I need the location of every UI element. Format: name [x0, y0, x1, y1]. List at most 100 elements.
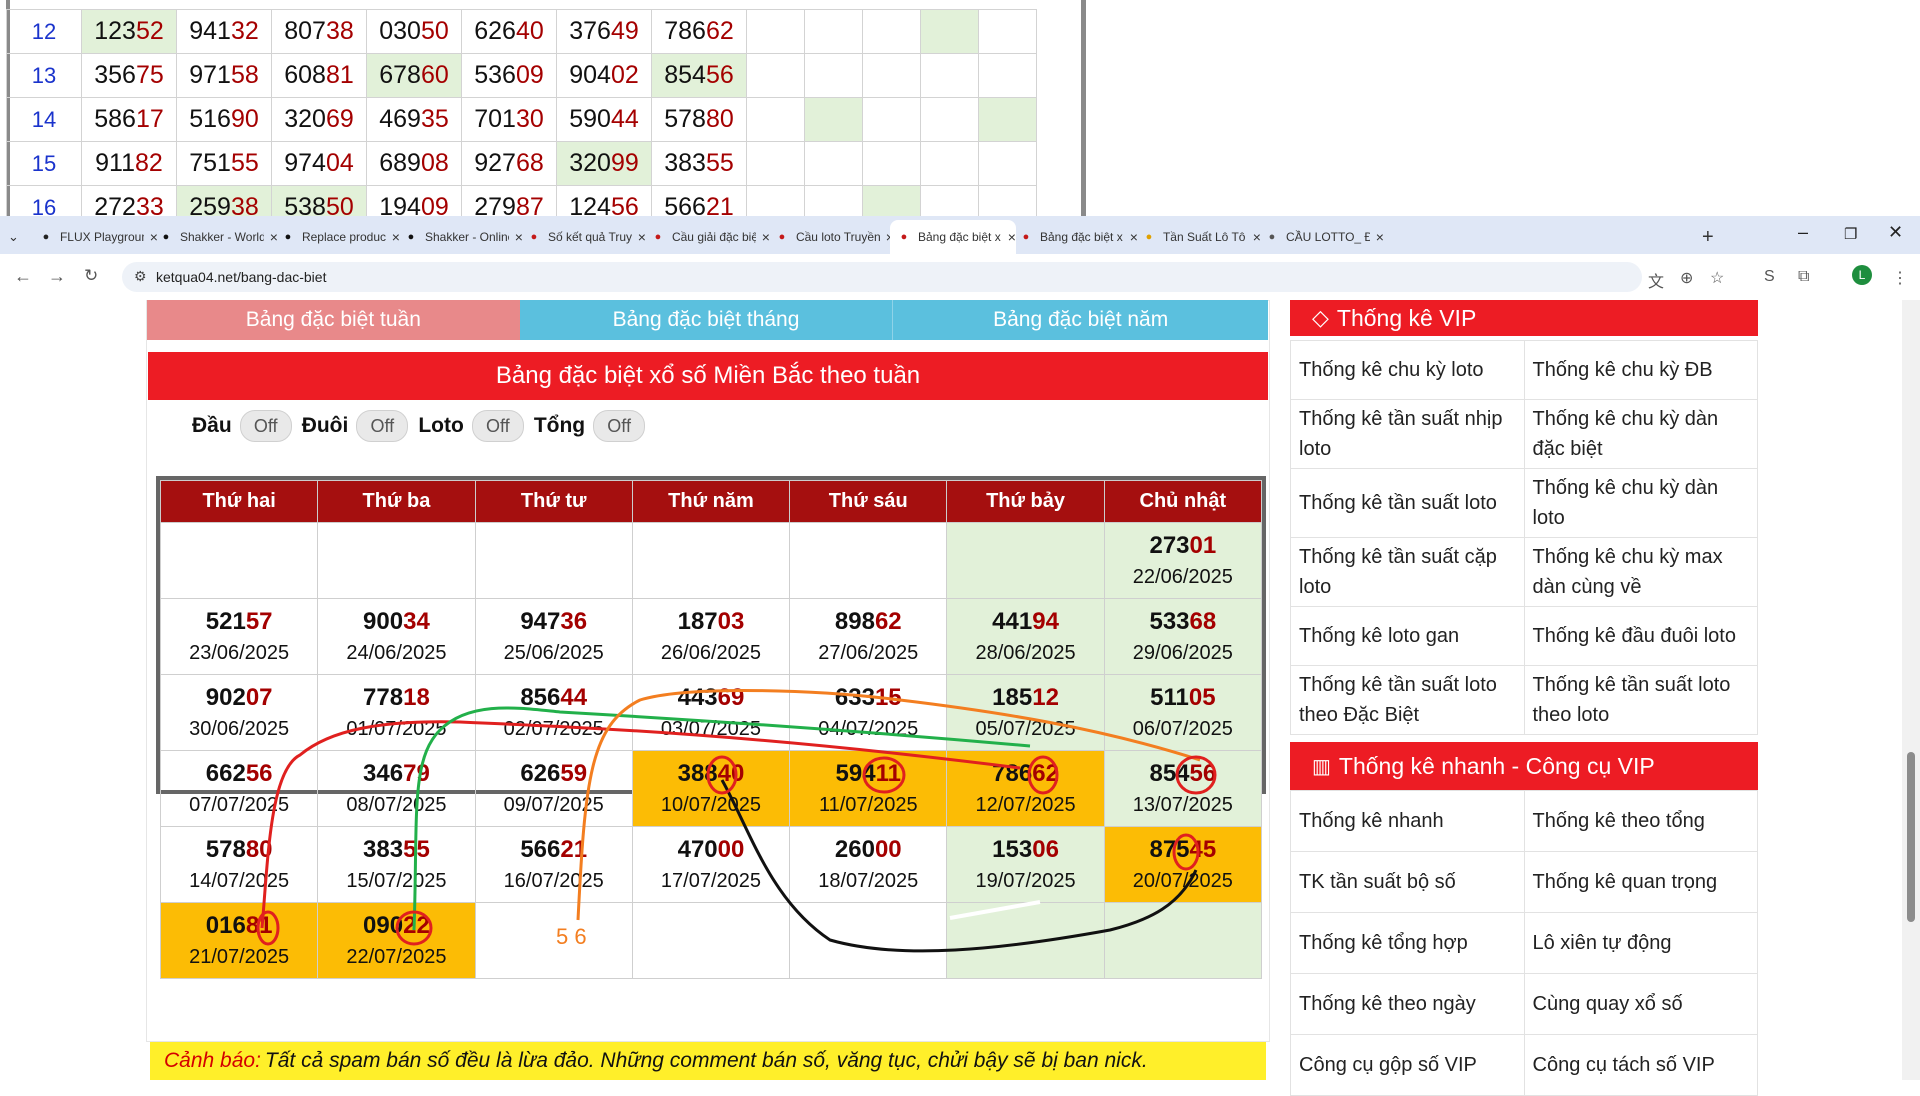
sidebar-link[interactable]: Thống kê tần suất loto [1290, 468, 1525, 538]
overlay-cell-head: 911 [95, 149, 136, 177]
overlay-cell: 32069 [271, 97, 367, 142]
sidebar-link[interactable]: Thống kê tần suất nhịp loto [1290, 399, 1525, 469]
tab-9[interactable]: ● Bảng đặc biệt x × [1012, 220, 1138, 254]
sidebar-link[interactable]: Cùng quay xổ số [1523, 973, 1758, 1035]
draw-date: 02/07/2025 [503, 717, 604, 740]
overlay-row: 14 58617 51690 32069 46935 70130 59044 57880 [6, 97, 1037, 142]
toggle-duoi[interactable]: Off [356, 410, 409, 442]
tab-11[interactable]: ● CẦU LOTTO_ Đ × [1258, 220, 1384, 254]
extensions-icon[interactable]: ⧉ [1798, 268, 1809, 286]
number-tail: 44 [560, 683, 588, 711]
sidebar-link[interactable]: Thống kê tần suất loto theo Đặc Biệt [1290, 665, 1525, 735]
overlay-cell: 53609 [461, 53, 557, 98]
close-window-icon[interactable]: ✕ [1888, 222, 1903, 243]
sidebar-link[interactable]: Thống kê chu kỳ max dàn cùng về [1523, 537, 1758, 607]
month-button[interactable]: Bảng đặc biệt tháng [519, 300, 894, 340]
sidebar-link[interactable]: Thống kê tần suất cặp loto [1290, 537, 1525, 607]
overlay-cell-tail: 56 [610, 193, 639, 216]
tab-10[interactable]: ● Tần Suất Lô Tô × [1135, 220, 1261, 254]
overlay-empty-cell [920, 97, 979, 142]
draw-date: 25/06/2025 [503, 641, 604, 664]
number-head: 470 [677, 835, 718, 863]
sidebar-link[interactable]: Công cụ tách số VIP [1523, 1034, 1758, 1096]
toggle-loto[interactable]: Off [471, 410, 524, 442]
sidebar-link[interactable]: Thống kê theo ngày [1290, 973, 1525, 1035]
number-tail: 22 [403, 911, 430, 939]
overlay-results-table: 12 12352 94132 80738 03050 62640 37649 78662 13 3… [6, 9, 1037, 216]
reload-icon[interactable]: ↻ [84, 266, 98, 286]
new-tab-button[interactable]: + [1702, 220, 1714, 254]
day-cell: 59411 11/07/2025 [789, 750, 948, 827]
back-icon[interactable]: ← [14, 266, 32, 287]
sidebar-link[interactable]: Thống kê chu kỳ dàn loto [1523, 468, 1758, 538]
sidebar-link[interactable]: Thống kê đầu đuôi loto [1523, 606, 1758, 666]
overlay-cell: 25938 [176, 185, 272, 216]
tab-5[interactable]: ●Số kết quả Truyền× [520, 220, 646, 254]
browser-tab-bar: ⌄ ●FLUX Playground×●Shakker - World×●Rep… [0, 216, 1920, 254]
overlay-cell: 91182 [81, 141, 177, 186]
tab-2[interactable]: ● Shakker - World × [152, 220, 278, 254]
sidebar-link[interactable]: Thống kê nhanh [1290, 790, 1525, 852]
sidebar-link[interactable]: Thống kê chu kỳ ĐB [1523, 340, 1758, 400]
day-cell [789, 902, 948, 979]
tab-6[interactable]: ● Cầu giải đặc biệt × [644, 220, 770, 254]
sidebar-link[interactable]: Thống kê chu kỳ loto [1290, 340, 1525, 400]
restore-icon[interactable]: ❐ [1844, 225, 1857, 243]
tab-close-icon[interactable]: × [1376, 229, 1384, 245]
bar-chart-icon: ▥ [1312, 755, 1331, 778]
day-cell: 78662 12/07/2025 [946, 750, 1105, 827]
overlay-cell: 62640 [461, 9, 557, 54]
overlay-cell-head: 320 [569, 149, 611, 177]
tab-title: Replace product [301, 230, 386, 244]
sidebar-link[interactable]: TK tần suất bộ số [1290, 851, 1525, 913]
draw-date: 11/07/2025 [818, 793, 918, 816]
url-text: ketqua04.net/bang-dac-biet [156, 269, 327, 285]
toggle-dau[interactable]: Off [239, 410, 292, 442]
overlay-row-number: 15 [6, 141, 82, 186]
sidebar-link[interactable]: Thống kê chu kỳ dàn đặc biệt [1523, 399, 1758, 469]
tab-8[interactable]: ● Bảng đặc biệt x × [890, 220, 1016, 254]
zoom-icon[interactable]: ⊕ [1680, 268, 1693, 288]
special-number: 94736 [476, 606, 632, 638]
special-number: 89862 [790, 606, 946, 638]
url-bar[interactable]: ⚙ ketqua04.net/bang-dac-biet [122, 262, 1642, 292]
site-info-icon[interactable]: ⚙ [134, 268, 147, 285]
sidebar-link[interactable]: Thống kê theo tổng [1523, 790, 1758, 852]
extension-s-icon[interactable]: S [1764, 268, 1775, 286]
overlay-cell-tail: 02 [610, 61, 639, 89]
sidebar-link[interactable]: Thống kê loto gan [1290, 606, 1525, 666]
overlay-cell: 32099 [556, 141, 652, 186]
day-cell: 01681 21/07/2025 [159, 902, 319, 979]
number-head: 900 [363, 607, 404, 635]
bookmark-star-icon[interactable]: ☆ [1710, 268, 1724, 288]
forward-icon[interactable]: → [48, 266, 66, 287]
tab-3[interactable]: ● Replace product × [274, 220, 400, 254]
sidebar-link[interactable]: Lô xiên tự động [1523, 912, 1758, 974]
sidebar-link[interactable]: Thống kê tần suất loto theo loto [1523, 665, 1758, 735]
draw-date: 27/06/2025 [818, 641, 919, 664]
toggle-tong[interactable]: Off [593, 410, 646, 442]
translate-icon[interactable]: 文 [1648, 268, 1664, 292]
draw-date: 21/07/2025 [189, 945, 290, 968]
tab-4[interactable]: ● Shakker - Online × [397, 220, 523, 254]
menu-kebab-icon[interactable]: ⋮ [1892, 268, 1908, 288]
overlay-row: 16 27233 25938 53850 19409 27987 12456 56621 [6, 185, 1037, 216]
tab-1[interactable]: ●FLUX Playground× [32, 220, 158, 254]
page-scrollbar[interactable] [1902, 300, 1920, 1080]
tab-search-button[interactable]: ⌄ [8, 220, 19, 254]
overlay-cell: 70130 [461, 97, 557, 142]
number-tail: 05 [1188, 683, 1216, 711]
sidebar-link[interactable]: Thống kê quan trọng [1523, 851, 1758, 913]
tab-7[interactable]: ●Cầu loto Truyền× [768, 220, 894, 254]
minimize-icon[interactable]: – [1798, 222, 1808, 243]
special-number: 51105 [1105, 682, 1261, 714]
year-button[interactable]: Bảng đặc biệt năm [893, 300, 1269, 340]
overlay-cell-head: 124 [569, 193, 611, 216]
scrollbar-thumb[interactable] [1907, 752, 1915, 922]
profile-avatar[interactable]: L [1852, 265, 1872, 285]
sidebar-link[interactable]: Công cụ gộp số VIP [1290, 1034, 1525, 1096]
week-button[interactable]: Bảng đặc biệt tuần [147, 300, 520, 340]
special-number: 44369 [633, 682, 789, 714]
overlay-cell-head: 272 [94, 193, 136, 216]
sidebar-link[interactable]: Thống kê tổng hợp [1290, 912, 1525, 974]
